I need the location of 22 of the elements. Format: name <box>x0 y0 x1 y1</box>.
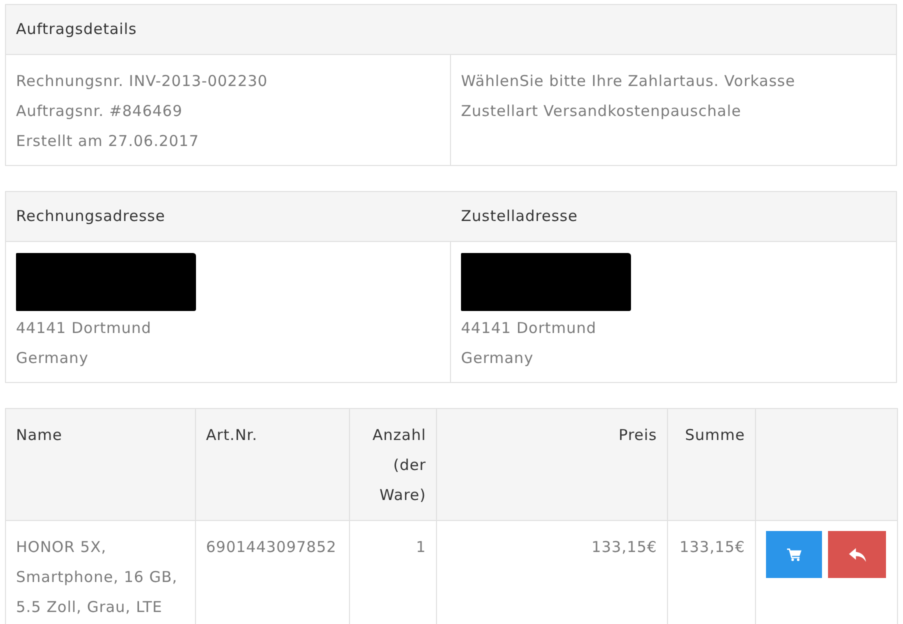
column-header: Summe <box>668 408 756 520</box>
detail-line: Erstellt am 27.06.2017 <box>16 131 200 152</box>
panel-heading: Zustelladresse <box>451 192 896 242</box>
cart-button[interactable] <box>766 531 822 578</box>
detail-line: Zustellart Versandkostenpauschale <box>461 101 742 122</box>
address-line: Germany <box>461 348 534 369</box>
table-cell: HONOR 5X, Smartphone, 16 GB, 5.5 Zoll, Grau, LTE <box>6 520 196 624</box>
reply-button[interactable] <box>828 531 886 578</box>
column-header: Preis <box>436 408 668 520</box>
detail-line: Auftragsnr. #846469 <box>16 101 184 122</box>
address-line: 44141 Dortmund <box>461 318 598 339</box>
column-header: Art.Nr. <box>196 408 350 520</box>
panel-heading: Rechnungsadresse <box>6 192 451 242</box>
address-line: Germany <box>16 348 90 369</box>
column-header: Name <box>6 408 196 520</box>
detail-line: Rechnungsnr. INV-2013-002230 <box>16 71 269 92</box>
curved-arrow-icon <box>848 548 866 562</box>
detail-line: WählenSie bitte Ihre Zahlartaus. Vorkasse <box>461 71 796 92</box>
cart-icon <box>786 548 802 561</box>
address-line: 44141 Dortmund <box>16 318 152 339</box>
panel-heading: Auftragsdetails <box>6 5 896 55</box>
column-header: Anzahl (der Ware) <box>350 408 436 520</box>
